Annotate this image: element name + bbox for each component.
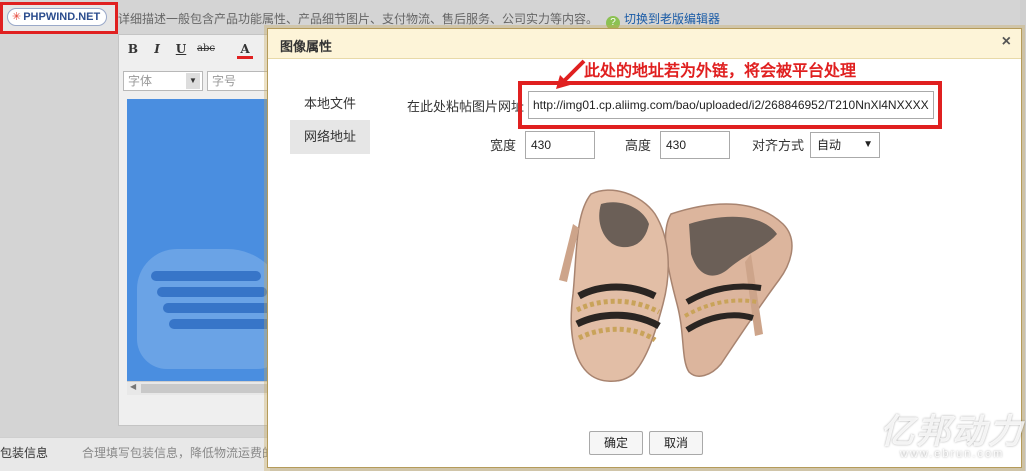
chevron-down-icon: ▼ — [186, 73, 200, 89]
tab-local-file[interactable]: 本地文件 — [290, 87, 370, 121]
font-size-select[interactable]: 字号 — [207, 71, 271, 91]
image-preview — [559, 189, 793, 382]
chevron-down-icon: ▼ — [863, 139, 873, 150]
chain-shape — [157, 287, 267, 297]
align-value: 自动 — [817, 138, 842, 152]
url-highlight-box — [518, 81, 942, 129]
font-color-button[interactable]: A — [237, 41, 253, 59]
scrollbar-thumb[interactable] — [141, 384, 271, 393]
phpwind-badge: ✳ PHPWIND.NET — [7, 8, 108, 26]
chain-shape — [163, 303, 271, 313]
packing-info-row: 包装信息 合理填写包装信息，降低物流运费的 — [0, 437, 274, 471]
phpwind-logo-text: PHPWIND.NET — [23, 11, 101, 23]
font-family-placeholder: 字体 — [128, 74, 153, 88]
ok-button[interactable]: 确定 — [589, 431, 643, 455]
cancel-button[interactable]: 取消 — [649, 431, 703, 455]
url-label: 在此处粘帖图片网址 — [407, 99, 525, 114]
description-hint: 详细描述一般包含产品功能属性、产品细节图片、支付物流、售后服务、公司实力等内容。 — [118, 12, 599, 26]
tab-network-address[interactable]: 网络地址 — [290, 120, 370, 154]
image-properties-dialog: 图像属性 × 本地文件 网络地址 此处的地址若为外链，将会被平台处理 在此处粘帖… — [267, 28, 1022, 468]
annotation-text: 此处的地址若为外链，将会被平台处理 — [584, 63, 857, 80]
width-label: 宽度 — [490, 138, 517, 153]
image-url-input[interactable] — [528, 91, 934, 119]
height-input[interactable] — [660, 131, 730, 159]
dialog-title: 图像属性 — [280, 39, 333, 54]
scroll-left-icon[interactable]: ◀ — [130, 382, 136, 391]
editor-toolbar: B I U abc A — [119, 35, 269, 65]
star-icon: ✳ — [12, 11, 22, 23]
phpwind-logo: ✳ PHPWIND.NET — [0, 2, 118, 34]
close-icon[interactable]: × — [1002, 33, 1011, 51]
description-hint-row: 详细描述一般包含产品功能属性、产品细节图片、支付物流、售后服务、公司实力等内容。… — [118, 10, 720, 30]
height-label: 高度 — [625, 138, 652, 153]
bold-button[interactable]: B — [125, 41, 141, 57]
dialog-header: 图像属性 × — [268, 29, 1021, 59]
editor-horizontal-scrollbar[interactable]: ◀ — [127, 381, 271, 395]
chain-shape — [169, 319, 271, 329]
packing-label: 包装信息 — [0, 446, 49, 460]
watermark-url: www.ebrun.com — [900, 448, 1005, 460]
watermark: 亿邦动力 www.ebrun.com — [880, 404, 1022, 468]
underline-button[interactable]: U — [173, 41, 189, 57]
font-size-placeholder: 字号 — [212, 74, 237, 88]
rich-text-editor: B I U abc A 字体 ▼ 字号 ◀ — [118, 34, 271, 426]
editor-image-selected[interactable] — [127, 99, 271, 381]
width-input[interactable] — [525, 131, 595, 159]
packing-description: 合理填写包装信息，降低物流运费的 — [82, 446, 275, 460]
switch-old-editor-link[interactable]: 切换到老版编辑器 — [624, 12, 720, 26]
strikethrough-button[interactable]: abc — [195, 41, 217, 57]
align-select[interactable]: 自动 ▼ — [810, 132, 880, 158]
chain-shape — [151, 271, 261, 281]
watermark-brand: 亿邦动力 — [880, 412, 1024, 452]
font-family-select[interactable]: 字体 ▼ — [123, 71, 203, 91]
italic-button[interactable]: I — [149, 41, 165, 57]
align-label: 对齐方式 — [752, 138, 805, 153]
